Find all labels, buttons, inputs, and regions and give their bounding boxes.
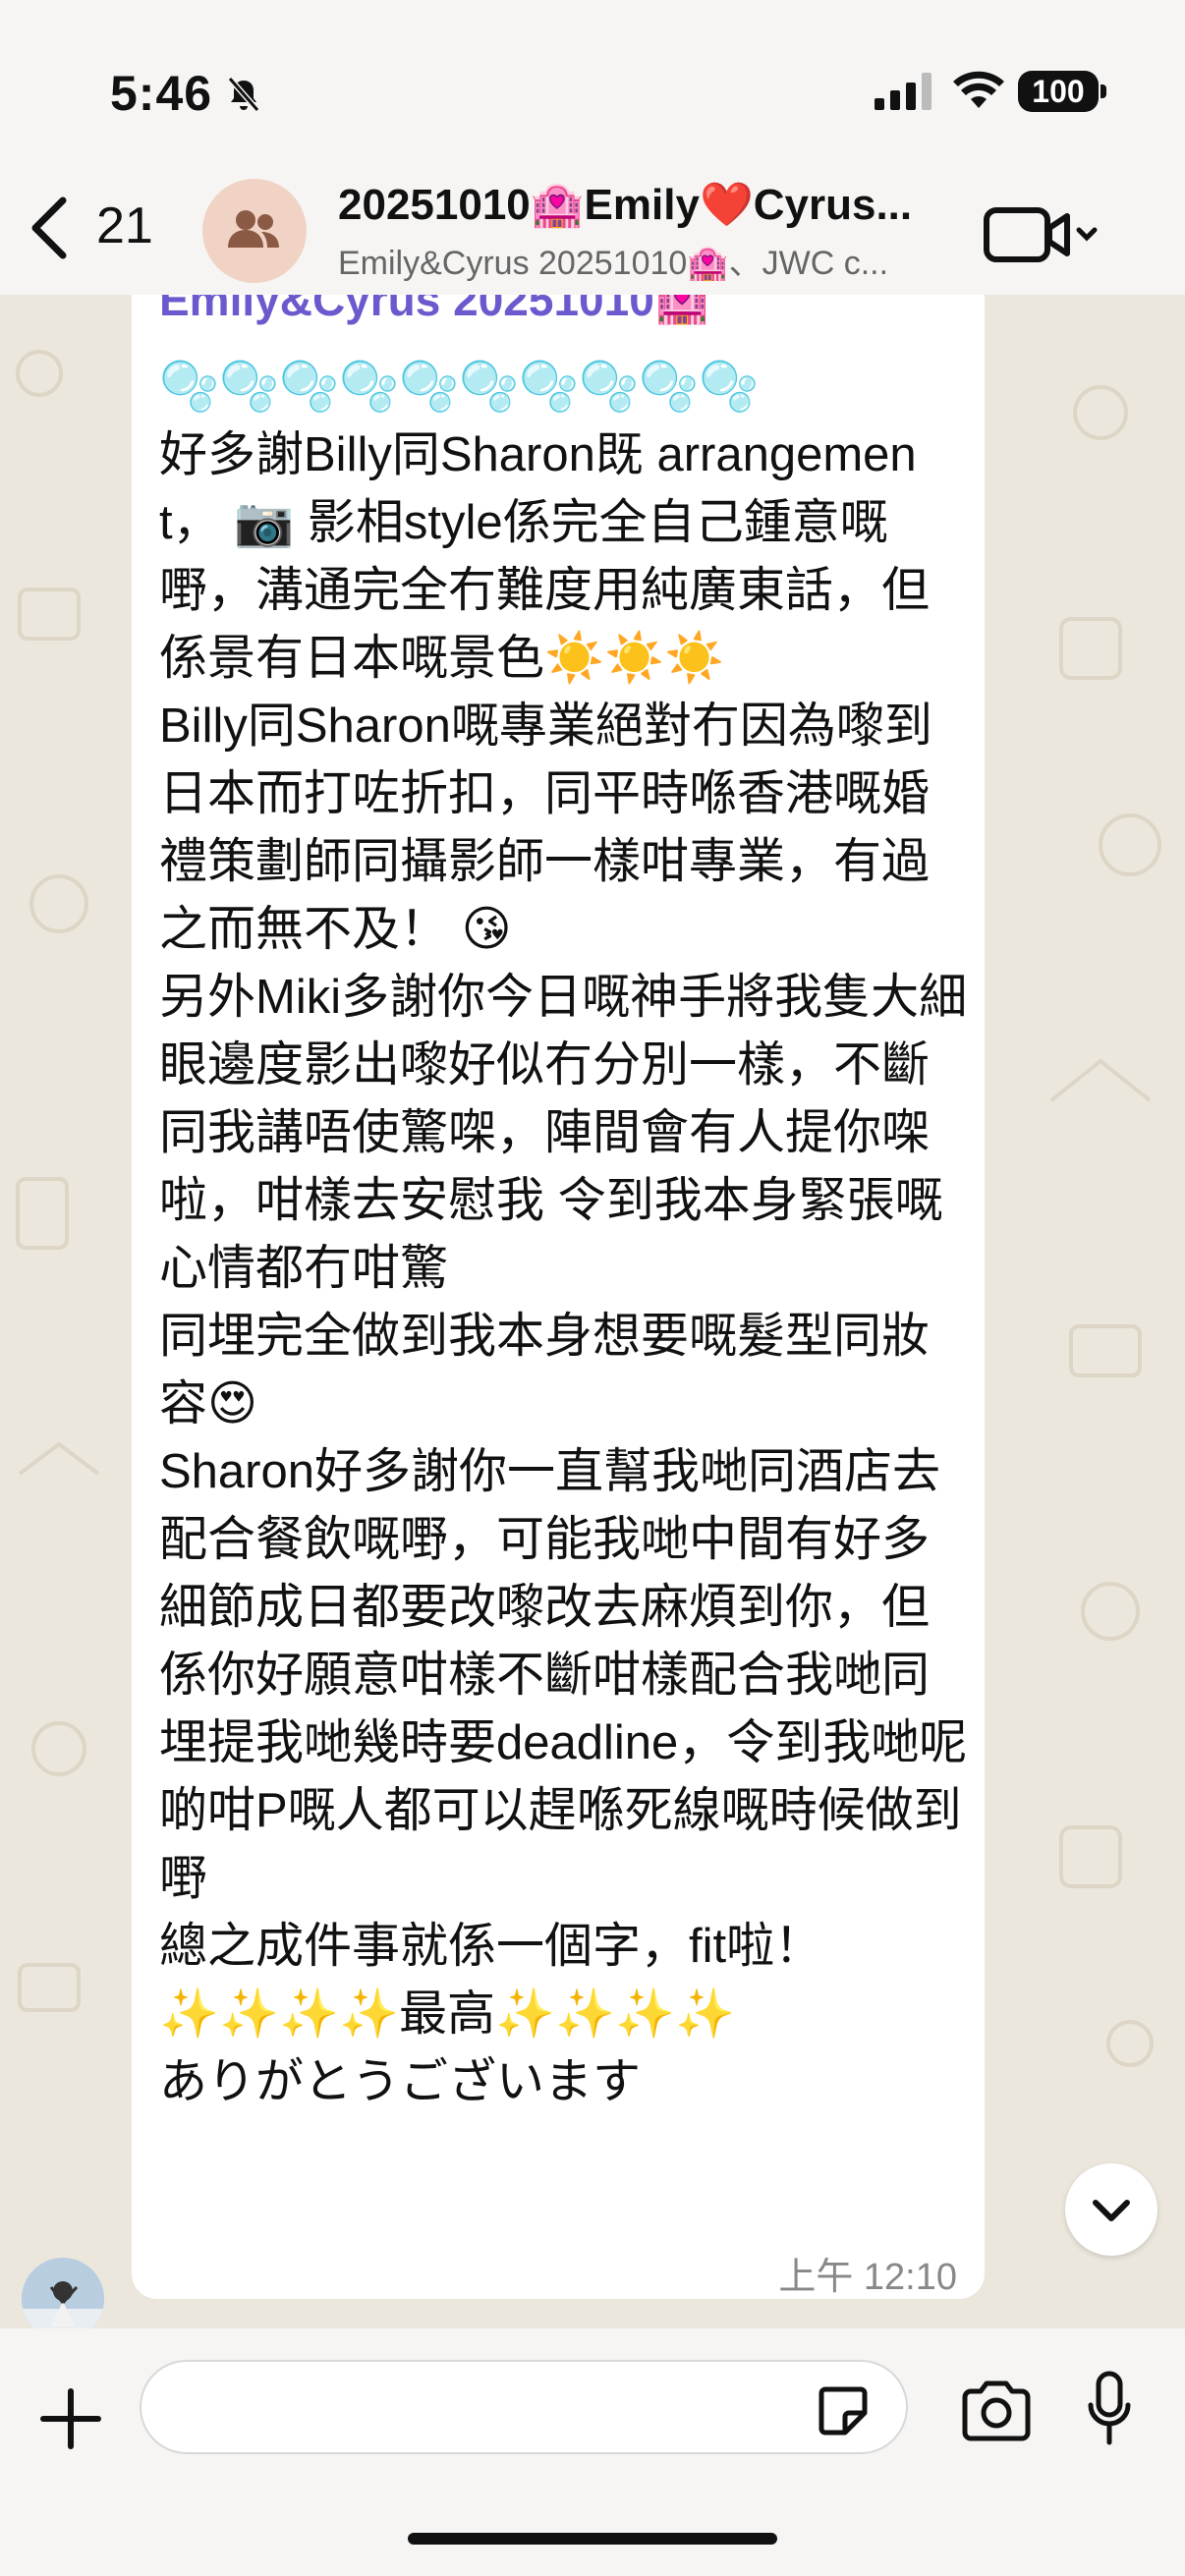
chat-title[interactable]: 20251010🏩Emily❤️Cyrus... bbox=[338, 179, 947, 230]
chat-header: 21 20251010🏩Emily❤️Cyrus... Emily&Cyrus … bbox=[0, 167, 1185, 295]
cellular-signal-icon bbox=[875, 73, 931, 110]
home-indicator bbox=[408, 2533, 777, 2545]
battery-tip bbox=[1100, 84, 1106, 98]
status-time: 5:46 bbox=[110, 66, 213, 121]
input-bar bbox=[0, 2328, 1185, 2576]
bell-slash-icon bbox=[227, 77, 260, 112]
wifi-icon bbox=[953, 71, 1004, 108]
camera-icon[interactable] bbox=[959, 2380, 1034, 2442]
unread-count[interactable]: 21 bbox=[96, 196, 153, 255]
chevron-left-icon[interactable] bbox=[24, 189, 83, 267]
chat-subtitle[interactable]: Emily&Cyrus 20251010🏩、JWC c... bbox=[338, 236, 947, 284]
microphone-icon[interactable] bbox=[1085, 2370, 1134, 2448]
video-call-icon[interactable] bbox=[983, 200, 1100, 269]
battery-icon: 100 bbox=[1018, 71, 1099, 112]
chevron-down-icon bbox=[1076, 227, 1098, 242]
message-timestamp: 上午 12:10 bbox=[778, 2257, 957, 2298]
sticker-icon[interactable] bbox=[816, 2383, 871, 2438]
message-input[interactable] bbox=[140, 2360, 908, 2454]
chat-area[interactable]: Emily&Cyrus 20251010🏩 🫧🫧🫧🫧🫧🫧🫧🫧🫧🫧 好多謝Bill… bbox=[0, 295, 1185, 2328]
message-text: 🫧🫧🫧🫧🫧🫧🫧🫧🫧🫧 好多謝Billy同Sharon既 arrangement，… bbox=[159, 361, 968, 2108]
status-bar: 5:46 100 bbox=[0, 0, 1185, 187]
plus-icon[interactable] bbox=[35, 2383, 106, 2454]
group-avatar[interactable] bbox=[202, 179, 307, 283]
group-icon bbox=[228, 210, 279, 248]
scroll-down-button[interactable] bbox=[1065, 2163, 1157, 2256]
chevron-down-icon bbox=[1093, 2200, 1130, 2221]
sender-name: Emily&Cyrus 20251010🏩 bbox=[159, 295, 711, 325]
message-bubble[interactable]: Emily&Cyrus 20251010🏩 🫧🫧🫧🫧🫧🫧🫧🫧🫧🫧 好多謝Bill… bbox=[132, 295, 985, 2299]
